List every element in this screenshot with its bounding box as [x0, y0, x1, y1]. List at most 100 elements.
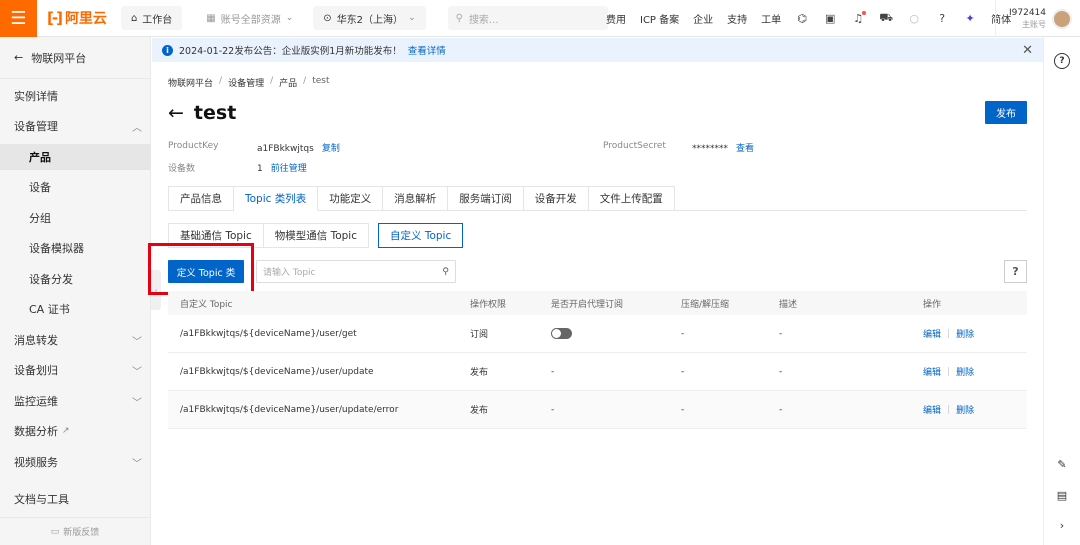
sidebar-item-ca-cert[interactable]: CA 证书 — [0, 296, 150, 322]
account-menu[interactable]: I972414 主账号 — [995, 0, 1080, 37]
cell-permission: 发布 — [470, 406, 489, 416]
delete-link[interactable]: 删除 — [956, 403, 974, 416]
sidebar-item-label: 产品 — [29, 151, 51, 164]
sidebar-item-device-management[interactable]: 设备管理 ︿ — [0, 113, 150, 139]
sidebar-item-video[interactable]: 视频服务 ﹀ — [0, 449, 150, 475]
device-count-wrap: 1 前往管理 — [257, 161, 307, 174]
page-title: ← test — [168, 102, 236, 124]
header-proxy: 是否开启代理订阅 — [551, 299, 624, 310]
tab-message-parsing[interactable]: 消息解析 — [383, 186, 449, 211]
sidebar-item-data-analysis[interactable]: 数据分析 ↗ — [0, 418, 150, 444]
sidebar-item-simulator[interactable]: 设备模拟器 — [0, 235, 150, 261]
breadcrumb-item[interactable]: 设备管理 — [228, 76, 264, 89]
breadcrumb: 物联网平台 / 设备管理 / 产品 / test — [168, 76, 329, 89]
delete-link[interactable]: 删除 — [956, 365, 974, 378]
code-icon[interactable]: ⌬ — [795, 12, 809, 26]
bell-icon[interactable]: ♫ — [851, 10, 867, 26]
search-icon[interactable]: ⚲ — [442, 267, 449, 277]
delete-link[interactable]: 删除 — [956, 327, 974, 340]
assistant-icon[interactable]: ✦ — [963, 12, 977, 26]
help-icon[interactable]: ? — [935, 12, 949, 26]
cell-topic: /a1FBkkwjtqs/${deviceName}/user/get — [180, 328, 357, 339]
tab-device-development[interactable]: 设备开发 — [523, 186, 589, 211]
header-compress: 压缩/解压缩 — [681, 299, 730, 310]
back-arrow-icon[interactable]: ← — [168, 102, 184, 124]
chevron-right-icon[interactable]: › — [1054, 517, 1070, 533]
topic-search-input[interactable]: 请输入 Topic ⚲ — [256, 260, 456, 283]
cell-description: - — [779, 404, 783, 415]
menu-icon[interactable]: ☰ — [0, 0, 37, 37]
subtab-tsl-topic[interactable]: 物模型通信 Topic — [262, 223, 369, 248]
breadcrumb-item[interactable]: 产品 — [279, 76, 297, 89]
sidebar-back[interactable]: ← 物联网平台 — [0, 37, 150, 79]
top-link-fees[interactable]: 费用 — [606, 11, 626, 26]
edit-link[interactable]: 编辑 — [923, 327, 941, 340]
edit-icon[interactable]: ✎ — [1054, 456, 1070, 472]
sidebar-item-device[interactable]: 设备 — [0, 174, 150, 200]
workbench-button[interactable]: ⌂ 工作台 — [120, 6, 183, 30]
top-link-icp[interactable]: ICP 备案 — [640, 11, 679, 26]
sidebar-item-label: 设备模拟器 — [29, 242, 84, 255]
sidebar-item-docs[interactable]: 文档与工具 — [0, 486, 150, 512]
view-secret-link[interactable]: 查看 — [736, 144, 754, 154]
edit-link[interactable]: 编辑 — [923, 365, 941, 378]
header-description: 描述 — [779, 299, 798, 310]
sidebar-item-group[interactable]: 分组 — [0, 205, 150, 231]
cell-description: - — [779, 366, 783, 377]
announcement-link[interactable]: 查看详情 — [408, 43, 446, 57]
chevron-down-icon: ⌄ — [408, 13, 416, 23]
feedback-label: 新版反馈 — [63, 528, 100, 538]
sidebar-item-label: 分组 — [29, 212, 51, 225]
arrow-left-icon: ← — [14, 51, 24, 64]
table-row: /a1FBkkwjtqs/${deviceName}/user/get 订阅 -… — [168, 315, 1027, 353]
subtab-custom-topic[interactable]: 自定义 Topic — [378, 223, 464, 248]
proxy-toggle[interactable] — [551, 328, 572, 339]
product-key-label: ProductKey — [168, 141, 219, 151]
tab-function-definition[interactable]: 功能定义 — [318, 186, 384, 211]
edit-link[interactable]: 编辑 — [923, 403, 941, 416]
topic-search-placeholder: 请输入 Topic — [263, 268, 316, 278]
tab-product-info[interactable]: 产品信息 — [168, 186, 234, 211]
info-icon: i — [162, 44, 173, 56]
sidebar-item-monitoring[interactable]: 监控运维 ﹀ — [0, 388, 150, 414]
sidebar-item-product[interactable]: 产品 — [0, 144, 150, 170]
close-icon[interactable]: ✕ — [1022, 43, 1033, 58]
brand-logo[interactable]: [-] 阿里云 — [47, 8, 107, 28]
top-link-support[interactable]: 支持 — [727, 11, 747, 26]
feedback-button[interactable]: ▭ 新版反馈 — [0, 517, 150, 545]
sidebar-item-label: 设备分发 — [29, 273, 73, 286]
chevron-down-icon: ﹀ — [132, 366, 142, 378]
help-button[interactable]: ? — [1004, 260, 1027, 283]
sidebar-item-label: 视频服务 — [14, 456, 58, 469]
copy-link[interactable]: 复制 — [322, 144, 340, 154]
cell-topic: /a1FBkkwjtqs/${deviceName}/user/update/e… — [180, 404, 399, 415]
help-circle-icon[interactable]: ? — [1054, 53, 1070, 69]
announcement-bar: i 2024-01-22发布公告：企业版实例1月新功能发布！ 查看详情 ✕ — [152, 38, 1043, 62]
tab-topic-list[interactable]: Topic 类列表 — [234, 186, 319, 211]
sidebar-item-message-forward[interactable]: 消息转发 ﹀ — [0, 327, 150, 353]
avatar[interactable] — [1052, 8, 1072, 29]
top-link-ticket[interactable]: 工单 — [761, 11, 781, 26]
sidebar-item-label: 消息转发 — [14, 334, 58, 347]
manage-link[interactable]: 前往管理 — [271, 164, 307, 174]
resource-selector[interactable]: ▦ 账号全部资源 ⌄ — [196, 6, 303, 30]
sidebar-item-instance[interactable]: 实例详情 — [0, 83, 150, 109]
product-secret-label: ProductSecret — [603, 141, 666, 151]
region-selector[interactable]: ⊙ 华东2（上海） ⌄ — [313, 6, 426, 30]
lightbulb-icon[interactable]: ○ — [907, 12, 921, 26]
terminal-icon[interactable]: ▣ — [823, 12, 837, 26]
header-topic: 自定义 Topic — [180, 299, 233, 310]
breadcrumb-item[interactable]: 物联网平台 — [168, 76, 213, 89]
cell-compress: - — [681, 404, 685, 415]
cell-compress: - — [681, 366, 685, 377]
cart-icon[interactable]: ⛟ — [879, 11, 893, 26]
tab-server-subscription[interactable]: 服务端订阅 — [448, 186, 524, 211]
chat-icon[interactable]: ▤ — [1054, 487, 1070, 503]
publish-button[interactable]: 发布 — [985, 101, 1027, 124]
sidebar-item-label: 设备管理 — [14, 120, 58, 133]
tab-file-upload[interactable]: 文件上传配置 — [588, 186, 675, 211]
top-link-enterprise[interactable]: 企业 — [693, 11, 713, 26]
sidebar-item-device-assign[interactable]: 设备划归 ﹀ — [0, 357, 150, 383]
global-search-input[interactable]: ⚲ 搜索... — [447, 6, 608, 30]
sidebar-item-distribution[interactable]: 设备分发 — [0, 266, 150, 292]
